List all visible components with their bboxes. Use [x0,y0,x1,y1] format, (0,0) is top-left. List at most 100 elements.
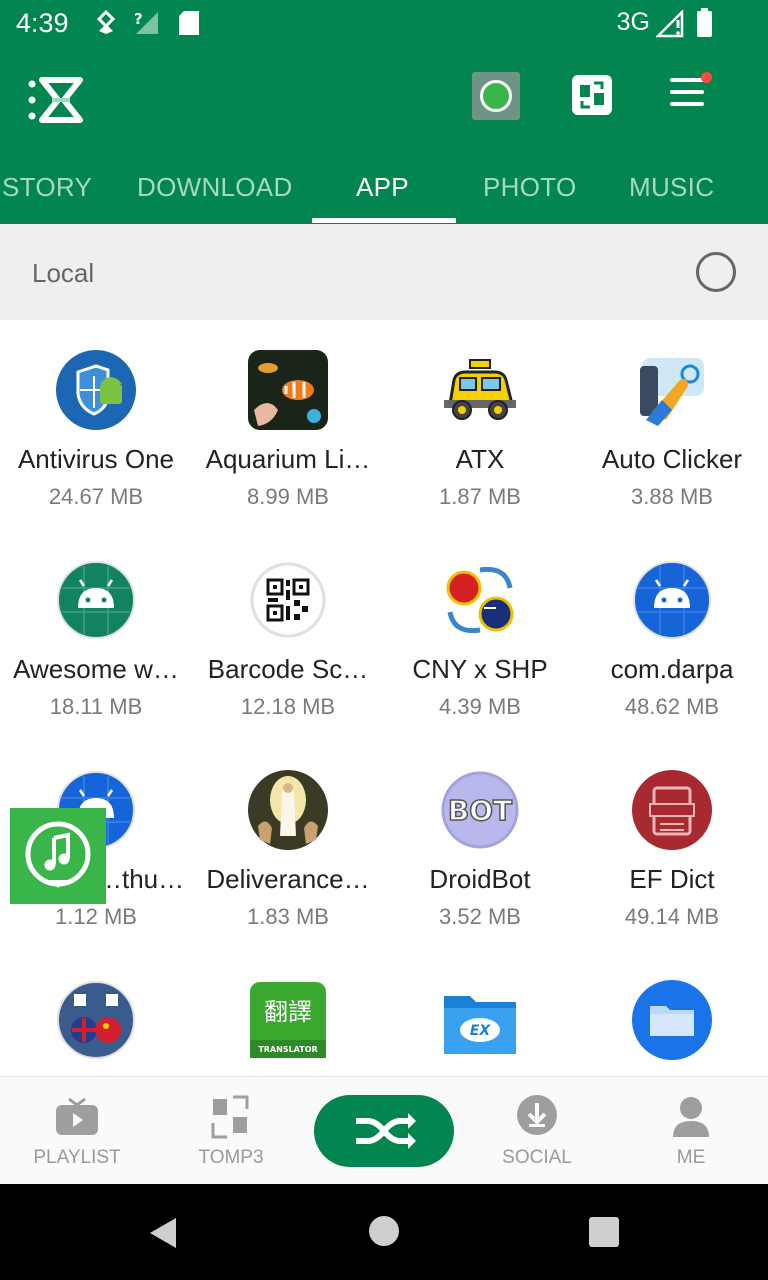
network-type: 3G [616,8,650,36]
app-name: Aquarium Li… [205,444,371,474]
app-item[interactable]: Auto Clicker 3.88 MB [576,320,768,530]
app-header: 4:39 ? 3G STORY DOWNLOAD APP PHOTO MUSIC [0,0,768,224]
qr-code-icon [250,562,326,638]
app-size: 1.12 MB [55,904,137,929]
nav-social[interactable]: SOCIAL [460,1077,614,1185]
menu-button[interactable] [670,78,706,112]
recents-icon[interactable] [589,1217,619,1247]
notification-badge [701,72,712,83]
app-item[interactable]: Awesome w… 18.11 MB [0,530,192,740]
app-grid: Antivirus One 24.67 MB Aquarium Li… 8.99… [0,320,768,1076]
convert-icon [211,1095,249,1139]
es-file-manager-icon: EX [444,996,516,1054]
svg-text:EX: EX [470,1023,492,1039]
menu-icon-line [670,102,704,106]
app-name: ATX [455,444,505,474]
nav-label: TOMP3 [198,1147,264,1168]
bottom-navigation: PLAYLIST TOMP3 SOCIAL ME [0,1076,768,1184]
app-size: 8.99 MB [247,484,329,509]
app-size: 24.67 MB [48,484,144,509]
app-name: …thub.… [96,864,188,894]
app-name: Awesome w… [13,654,179,684]
promo-music-button[interactable] [472,72,520,120]
app-name: Barcode Sc… [207,654,369,684]
app-item[interactable]: EX [384,950,576,1076]
shuffle-icon [356,1113,416,1149]
app-item[interactable] [576,950,768,1076]
battery-icon [697,8,712,37]
tab-download[interactable]: DOWNLOAD [137,172,293,203]
tab-music[interactable]: MUSIC [629,172,714,203]
app-name: DroidBot [429,864,531,894]
signal-unknown-icon: ? [134,10,158,34]
app-name: Deliverance… [206,864,370,894]
nav-share-button[interactable] [314,1095,454,1167]
bot-icon: BOT [441,771,519,849]
nav-me[interactable]: ME [614,1077,768,1185]
taxi-icon [444,359,516,420]
nav-tomp3[interactable]: TOMP3 [154,1077,308,1185]
switch-icon [580,81,604,109]
app-size: 3.88 MB [631,484,713,509]
app-item[interactable]: Antivirus One 24.67 MB [0,320,192,530]
app-item[interactable] [0,950,192,1076]
translator-chinese-icon: 翻譯 TRANSLATOR [250,982,326,1058]
currency-exchange-icon [446,566,514,634]
app-item[interactable]: ATX 1.87 MB [384,320,576,530]
app-item[interactable]: Barcode Sc… 12.18 MB [192,530,384,740]
app-name: com.darpa [610,654,734,684]
app-item[interactable]: Aquarium Li… 8.99 MB [192,320,384,530]
select-all-checkbox[interactable] [696,252,736,292]
app-name: Auto Clicker [601,444,743,474]
home-icon[interactable] [369,1216,399,1246]
folder-icon [632,980,712,1060]
app-item[interactable]: CNY x SHP 4.39 MB [384,530,576,740]
app-logo-icon[interactable] [28,76,84,124]
app-item[interactable]: BOT DroidBot 3.52 MB [384,740,576,950]
app-size: 18.11 MB [49,694,143,719]
app-size: 49.14 MB [624,904,720,929]
status-icons: ? [96,10,200,36]
app-size: 4.39 MB [439,694,521,719]
svg-text:BOT: BOT [448,794,512,827]
android-default-icon [633,561,711,639]
shield-android-icon [56,350,136,430]
app-item[interactable]: 翻譯 TRANSLATOR [192,950,384,1076]
category-tabs: STORY DOWNLOAD APP PHOTO MUSIC [0,148,768,224]
music-note-icon [25,821,91,888]
download-status-icon [96,10,116,34]
app-size: 12.18 MB [240,694,336,719]
back-icon[interactable] [148,1216,178,1250]
device-switch-button[interactable] [572,75,612,115]
floating-music-button[interactable] [10,808,106,904]
menu-icon-line [670,90,704,94]
app-size: 48.62 MB [624,694,720,719]
app-name: CNY x SHP [412,654,548,684]
tab-app[interactable]: APP [356,172,409,203]
status-bar: 4:39 ? 3G [0,0,768,48]
app-item[interactable]: EF Dict 49.14 MB [576,740,768,950]
religious-painting-icon [248,770,328,850]
aquarium-icon [248,350,328,430]
app-item[interactable]: Deliverance… 1.83 MB [192,740,384,950]
section-header: Local [0,224,768,320]
svg-text:翻譯: 翻譯 [264,998,312,1026]
app-size: 1.87 MB [439,484,521,509]
nav-playlist[interactable]: PLAYLIST [0,1077,154,1185]
app-item[interactable]: com.darpa 48.62 MB [576,530,768,740]
auto-clicker-icon [640,358,704,426]
active-tab-indicator [312,218,456,223]
nav-label: SOCIAL [502,1147,572,1168]
menu-icon [670,78,704,82]
status-time: 4:39 [16,8,69,38]
tab-story[interactable]: STORY [2,172,92,203]
sd-card-icon [179,11,199,35]
music-note-icon [480,80,512,112]
translator-flags-icon [57,981,135,1059]
tv-play-icon [56,1097,98,1135]
download-circle-icon [517,1095,557,1135]
app-size: 3.52 MB [439,904,521,929]
tab-photo[interactable]: PHOTO [483,172,576,203]
android-default-icon [57,561,135,639]
app-name: Antivirus One [17,444,175,474]
